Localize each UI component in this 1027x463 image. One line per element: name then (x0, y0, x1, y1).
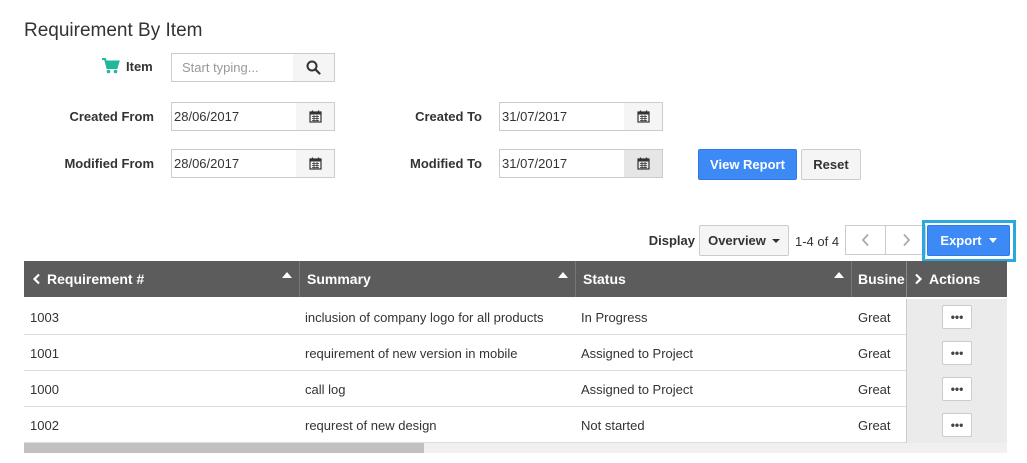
display-dropdown[interactable]: Overview (699, 225, 789, 256)
table-row[interactable]: 1003 inclusion of company logo for all p… (24, 299, 1007, 335)
cell-actions: ••• (906, 407, 1007, 443)
modified-from-input[interactable]: 28/06/2017 (171, 149, 297, 178)
export-label: Export (940, 233, 982, 248)
horizontal-scrollbar-thumb[interactable] (24, 443, 424, 453)
chevron-right-icon (902, 233, 910, 247)
sort-asc-icon[interactable] (282, 272, 292, 278)
modified-to-input[interactable]: 31/07/2017 (499, 149, 625, 178)
next-page-button[interactable] (885, 225, 926, 255)
created-from-calendar-button[interactable] (296, 102, 335, 131)
caret-down-icon (988, 238, 997, 243)
cell-business: Great (858, 345, 891, 361)
chevron-left-icon (861, 233, 869, 247)
modified-from-calendar-button[interactable] (296, 149, 335, 178)
column-label: Status (583, 271, 626, 287)
chevron-right-icon[interactable] (913, 273, 923, 285)
cell-business: Great (858, 381, 891, 397)
cell-summary: inclusion of company logo for all produc… (305, 309, 544, 325)
created-to-calendar-button[interactable] (624, 102, 663, 131)
row-actions-button[interactable]: ••• (942, 305, 972, 329)
created-from-input[interactable]: 28/06/2017 (171, 102, 297, 131)
column-label: Summary (307, 271, 371, 287)
table-row[interactable]: 1000 call log Assigned to Project Great … (24, 371, 1007, 407)
chevron-left-icon[interactable] (32, 273, 42, 285)
calendar-icon (636, 110, 650, 123)
search-button[interactable] (293, 53, 335, 82)
display-label: Display (648, 233, 695, 248)
export-button[interactable]: Export (927, 225, 1010, 256)
column-label: Actions (929, 271, 981, 287)
modified-to-calendar-button[interactable] (624, 149, 663, 178)
cell-actions: ••• (906, 371, 1007, 407)
cart-icon (101, 57, 121, 75)
cell-summary: requirement of new version in mobile (305, 345, 518, 361)
created-from-label: Created From (69, 109, 154, 124)
created-to-input[interactable]: 31/07/2017 (499, 102, 625, 131)
caret-down-icon (771, 238, 780, 243)
cell-requirement-id[interactable]: 1001 (30, 335, 59, 371)
cell-status: Not started (581, 417, 645, 433)
cell-business: Great (858, 417, 891, 433)
cell-summary: call log (305, 381, 346, 397)
modified-to-label: Modified To (410, 156, 482, 171)
cell-requirement-id[interactable]: 1002 (30, 407, 59, 443)
table-row[interactable]: 1001 requirement of new version in mobil… (24, 335, 1007, 371)
row-actions-button[interactable]: ••• (942, 413, 972, 437)
calendar-icon (308, 110, 322, 123)
table-row[interactable]: 1002 requrest of new design Not started … (24, 407, 1007, 443)
item-search-input[interactable]: Start typing... (171, 53, 294, 82)
modified-from-label: Modified From (64, 156, 154, 171)
cell-requirement-id[interactable]: 1000 (30, 371, 59, 407)
row-actions-button[interactable]: ••• (942, 377, 972, 401)
row-actions-button[interactable]: ••• (942, 341, 972, 365)
cell-summary: requrest of new design (305, 417, 437, 433)
column-header-requirement[interactable]: Requirement # (24, 261, 300, 297)
column-header-actions[interactable]: Actions (906, 261, 1007, 297)
view-report-button[interactable]: View Report (698, 149, 797, 180)
column-label: Requirement # (47, 271, 145, 287)
cell-actions: ••• (906, 299, 1007, 335)
table-header: Requirement # Summary Status Busine Acti… (24, 261, 1007, 297)
sort-asc-icon[interactable] (834, 272, 844, 278)
reset-button[interactable]: Reset (801, 149, 861, 180)
calendar-icon (308, 157, 322, 170)
sort-asc-icon[interactable] (558, 272, 568, 278)
display-dropdown-value: Overview (708, 233, 766, 248)
created-to-label: Created To (415, 109, 482, 124)
column-header-business[interactable]: Busine (852, 261, 906, 297)
page-info: 1-4 of 4 (795, 234, 840, 249)
cell-requirement-id[interactable]: 1003 (30, 299, 59, 335)
cell-status: Assigned to Project (581, 345, 694, 361)
cell-business: Great (858, 309, 891, 325)
column-label: Busine (858, 271, 905, 287)
item-label: Item (126, 59, 153, 74)
column-header-summary[interactable]: Summary (300, 261, 576, 297)
cell-actions: ••• (906, 335, 1007, 371)
prev-page-button[interactable] (845, 225, 886, 255)
calendar-icon (636, 157, 650, 170)
search-icon (306, 60, 321, 75)
cell-status: In Progress (581, 309, 648, 325)
cell-status: Assigned to Project (581, 381, 694, 397)
page-title: Requirement By Item (24, 20, 203, 41)
column-header-status[interactable]: Status (576, 261, 852, 297)
